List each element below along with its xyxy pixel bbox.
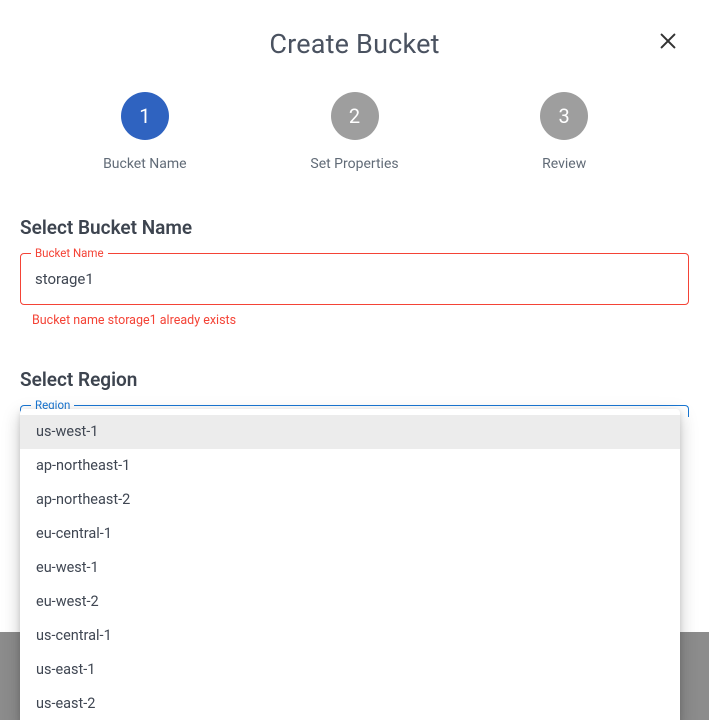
step-label: Bucket Name [103,156,187,172]
close-button[interactable] [657,30,679,52]
step-3[interactable]: 3 Review [459,92,669,172]
step-1[interactable]: 1 Bucket Name [40,92,250,172]
close-icon [657,30,679,52]
step-label: Set Properties [310,156,398,172]
bucket-name-error: Bucket name storage1 already exists [32,313,685,328]
region-option[interactable]: us-central-1 [20,619,680,653]
step-label: Review [542,156,586,172]
region-option[interactable]: us-east-1 [20,653,680,687]
region-option[interactable]: eu-west-1 [20,551,680,585]
region-option[interactable]: us-east-2 [20,687,680,720]
step-circle: 2 [331,92,379,140]
region-option[interactable]: us-west-1 [20,415,680,449]
bucket-name-field[interactable]: Bucket Name [20,253,689,305]
bucket-name-label: Bucket Name [31,246,108,260]
region-option[interactable]: ap-northeast-1 [20,449,680,483]
region-heading: Select Region [20,368,689,391]
region-option[interactable]: eu-central-1 [20,517,680,551]
stepper: 1 Bucket Name 2 Set Properties 3 Review [40,92,669,172]
modal-header: Create Bucket [0,0,709,60]
region-option[interactable]: eu-west-2 [20,585,680,619]
region-option[interactable]: ap-northeast-2 [20,483,680,517]
bucket-name-heading: Select Bucket Name [20,216,689,239]
bucket-name-section: Select Bucket Name Bucket Name Bucket na… [20,216,689,328]
create-bucket-modal: Create Bucket 1 Bucket Name 2 Set Propertie… [0,0,709,720]
step-circle: 3 [540,92,588,140]
region-dropdown[interactable]: us-west-1ap-northeast-1ap-northeast-2eu-… [20,409,680,720]
bucket-name-input[interactable] [21,254,688,304]
modal-title: Create Bucket [0,28,709,60]
step-2[interactable]: 2 Set Properties [250,92,460,172]
step-circle: 1 [121,92,169,140]
